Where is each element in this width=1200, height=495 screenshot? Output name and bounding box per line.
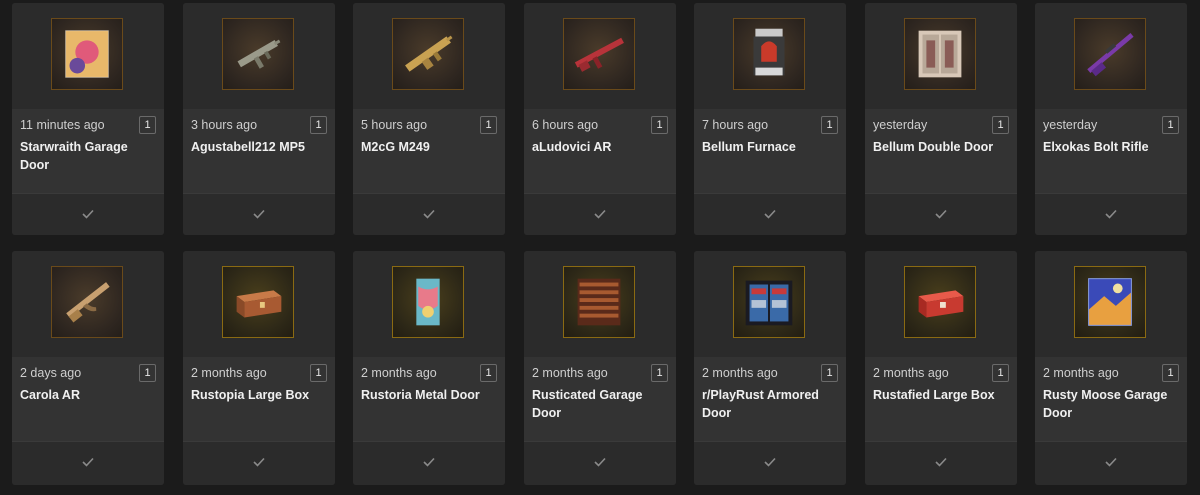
checkmark-icon[interactable] xyxy=(594,457,606,467)
checkmark-icon[interactable] xyxy=(935,457,947,467)
quantity-badge: 1 xyxy=(821,116,838,134)
item-card[interactable]: 5 hours ago 1 M2cG M249 xyxy=(353,3,505,235)
item-name: Rustopia Large Box xyxy=(191,388,310,402)
item-name: r/PlayRust Armored Door xyxy=(702,388,819,420)
item-card[interactable]: 11 minutes ago 1 Starwraith Garage Door xyxy=(12,3,164,235)
quantity-badge: 1 xyxy=(992,116,1009,134)
item-name: Elxokas Bolt Rifle xyxy=(1043,140,1149,154)
quantity-badge: 1 xyxy=(1162,116,1179,134)
quantity-badge: 1 xyxy=(480,364,497,382)
bolt-rifle-icon xyxy=(1074,18,1146,90)
acquired-time: 2 days ago xyxy=(20,366,82,380)
item-name: Rustafied Large Box xyxy=(873,388,995,402)
item-card[interactable]: yesterday 1 Elxokas Bolt Rifle xyxy=(1035,3,1187,235)
double-door-icon xyxy=(904,18,976,90)
quantity-badge: 1 xyxy=(310,116,327,134)
quantity-badge: 1 xyxy=(480,116,497,134)
checkmark-icon[interactable] xyxy=(253,457,265,467)
acquired-time: 3 hours ago xyxy=(191,118,258,132)
machine-gun-icon xyxy=(392,18,464,90)
item-name: Bellum Furnace xyxy=(702,140,796,154)
quantity-badge: 1 xyxy=(1162,364,1179,382)
checkmark-icon[interactable] xyxy=(594,209,606,219)
large-box-icon xyxy=(222,266,294,338)
checkmark-icon[interactable] xyxy=(1105,209,1117,219)
acquired-time: 5 hours ago xyxy=(361,118,428,132)
quantity-badge: 1 xyxy=(651,116,668,134)
acquired-time: 7 hours ago xyxy=(702,118,769,132)
acquired-time: 6 hours ago xyxy=(532,118,599,132)
item-card[interactable]: 2 months ago 1 Rustoria Metal Door xyxy=(353,251,505,485)
checkmark-icon[interactable] xyxy=(764,457,776,467)
item-name: Rustoria Metal Door xyxy=(361,388,480,402)
checkmark-icon[interactable] xyxy=(423,457,435,467)
checkmark-icon[interactable] xyxy=(82,209,94,219)
acquired-time: 2 months ago xyxy=(532,366,608,380)
smg-icon xyxy=(222,18,294,90)
checkmark-icon[interactable] xyxy=(253,209,265,219)
item-card[interactable]: 6 hours ago 1 aLudovici AR xyxy=(524,3,676,235)
item-name: Starwraith Garage Door xyxy=(20,140,128,172)
item-card[interactable]: yesterday 1 Bellum Double Door xyxy=(865,3,1017,235)
item-card[interactable]: 2 months ago 1 Rusticated Garage Door xyxy=(524,251,676,485)
item-name: Rusticated Garage Door xyxy=(532,388,643,420)
acquired-time: 2 months ago xyxy=(702,366,778,380)
acquired-time: 2 months ago xyxy=(361,366,437,380)
quantity-badge: 1 xyxy=(139,116,156,134)
metal-door-icon xyxy=(392,266,464,338)
ak-rifle-icon xyxy=(51,266,123,338)
acquired-time: 2 months ago xyxy=(191,366,267,380)
item-card[interactable]: 2 months ago 1 Rustopia Large Box xyxy=(183,251,335,485)
item-card[interactable]: 2 months ago 1 Rusty Moose Garage Door xyxy=(1035,251,1187,485)
acquired-time: yesterday xyxy=(1043,118,1098,132)
item-card[interactable]: 2 days ago 1 Carola AR xyxy=(12,251,164,485)
garage-door-art-icon xyxy=(51,18,123,90)
checkmark-icon[interactable] xyxy=(423,209,435,219)
acquired-time: 11 minutes ago xyxy=(20,118,105,132)
item-card[interactable]: 2 months ago 1 r/PlayRust Armored Door xyxy=(694,251,846,485)
rifle-icon xyxy=(563,18,635,90)
garage-door-icon xyxy=(563,266,635,338)
item-name: M2cG M249 xyxy=(361,140,430,154)
checkmark-icon[interactable] xyxy=(935,209,947,219)
checkmark-icon[interactable] xyxy=(764,209,776,219)
item-card[interactable]: 3 hours ago 1 Agustabell212 MP5 xyxy=(183,3,335,235)
quantity-badge: 1 xyxy=(651,364,668,382)
checkmark-icon[interactable] xyxy=(1105,457,1117,467)
item-name: Rusty Moose Garage Door xyxy=(1043,388,1168,420)
quantity-badge: 1 xyxy=(992,364,1009,382)
furnace-icon xyxy=(733,18,805,90)
item-card[interactable]: 2 months ago 1 Rustafied Large Box xyxy=(865,251,1017,485)
checkmark-icon[interactable] xyxy=(82,457,94,467)
acquired-time: 2 months ago xyxy=(873,366,949,380)
quantity-badge: 1 xyxy=(139,364,156,382)
item-name: Agustabell212 MP5 xyxy=(191,140,305,154)
quantity-badge: 1 xyxy=(310,364,327,382)
item-card[interactable]: 7 hours ago 1 Bellum Furnace xyxy=(694,3,846,235)
garage-door-art-icon xyxy=(1074,266,1146,338)
large-box-icon xyxy=(904,266,976,338)
acquired-time: yesterday xyxy=(873,118,928,132)
armored-door-icon xyxy=(733,266,805,338)
item-name: aLudovici AR xyxy=(532,140,612,154)
item-name: Bellum Double Door xyxy=(873,140,994,154)
item-history-grid: 11 minutes ago 1 Starwraith Garage Door … xyxy=(0,0,1200,495)
quantity-badge: 1 xyxy=(821,364,838,382)
acquired-time: 2 months ago xyxy=(1043,366,1119,380)
item-name: Carola AR xyxy=(20,388,80,402)
